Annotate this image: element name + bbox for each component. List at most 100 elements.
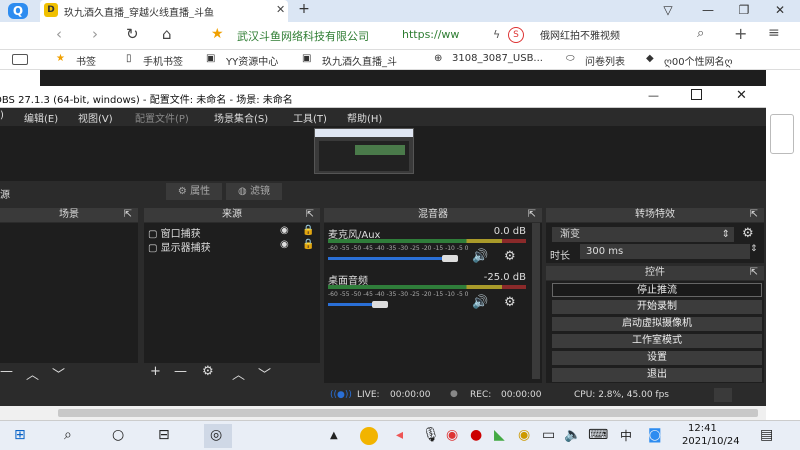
source-item[interactable]: ▢ 窗口捕获 ◉ 🔒 — [148, 225, 318, 240]
bookmark-item[interactable]: 3108_3087_USB... — [452, 53, 548, 64]
browser-tray-icon[interactable]: ◉ — [446, 427, 458, 443]
volume-slider-knob[interactable] — [372, 301, 388, 308]
browser-q-icon[interactable]: ◙ — [648, 427, 662, 443]
channel-settings-gear-icon[interactable]: ⚙ — [504, 249, 516, 264]
obs-minimize-icon[interactable]: — — [648, 89, 659, 102]
tab-close-icon[interactable]: ✕ — [276, 3, 285, 16]
reload-icon[interactable]: ↻ — [126, 25, 139, 43]
bookmark-item[interactable]: 书签 — [76, 53, 96, 68]
move-up-icon[interactable]: ︿ — [232, 364, 245, 383]
clock-time[interactable]: 12:41 — [688, 423, 717, 434]
network-icon[interactable]: ▭ — [542, 427, 555, 443]
dock-float-icon[interactable]: ⇱ — [750, 208, 758, 222]
dock-float-icon[interactable]: ⇱ — [750, 266, 758, 280]
bookmark-item[interactable]: 问卷列表 — [585, 53, 625, 68]
nvidia-icon[interactable]: ◣ — [494, 427, 505, 443]
search-engine-icon[interactable]: S — [508, 27, 524, 43]
lock-icon[interactable]: 🔒 — [302, 239, 314, 250]
app-tray-icon[interactable] — [360, 427, 378, 445]
volume-slider-knob[interactable] — [442, 255, 458, 262]
speaker-icon[interactable]: 🔊 — [472, 249, 488, 264]
scenes-list[interactable] — [0, 223, 138, 363]
bookmark-item[interactable]: YY资源中心 — [226, 53, 278, 68]
menu-help[interactable]: 帮助(H) — [347, 110, 382, 125]
remove-scene-icon[interactable]: — — [0, 364, 13, 379]
stop-streaming-button[interactable]: 停止推流 — [552, 283, 762, 297]
filters-button[interactable]: ◍ 滤镜 — [226, 183, 282, 200]
favorite-star-icon[interactable]: ★ — [211, 26, 224, 42]
preview-area[interactable] — [0, 126, 766, 181]
visibility-eye-icon[interactable]: ◉ — [280, 225, 289, 236]
browser-logo-icon[interactable]: Q — [8, 3, 28, 19]
source-item[interactable]: ▢ 显示器捕获 ◉ 🔒 — [148, 239, 318, 254]
obs-maximize-icon[interactable] — [691, 89, 702, 100]
dock-float-icon[interactable]: ⇱ — [306, 208, 314, 222]
game-tray-icon[interactable]: ◉ — [518, 427, 530, 443]
forward-icon[interactable]: › — [92, 25, 98, 43]
tray-expand-icon[interactable]: ▲ — [330, 430, 338, 441]
add-source-icon[interactable]: + — [150, 364, 161, 379]
menu-file[interactable]: ) — [0, 110, 4, 121]
bookmark-item[interactable]: 手机书签 — [143, 53, 183, 68]
dock-float-icon[interactable]: ⇱ — [528, 208, 536, 222]
record-tray-icon[interactable]: ● — [470, 427, 482, 443]
keyboard-icon[interactable]: ⌨ — [588, 427, 608, 443]
speaker-icon[interactable]: 🔊 — [472, 295, 488, 310]
move-down-icon[interactable]: ﹀ — [52, 364, 65, 383]
home-icon[interactable]: ⌂ — [162, 25, 172, 43]
menu-profile[interactable]: 配置文件(P) — [135, 110, 189, 125]
settings-button[interactable]: 设置 — [552, 351, 762, 365]
lock-icon[interactable]: 🔒 — [302, 225, 314, 236]
start-recording-button[interactable]: 开始录制 — [552, 300, 762, 314]
menu-scene-collection[interactable]: 场景集合(S) — [214, 110, 268, 125]
mixer-scrollbar[interactable] — [532, 223, 540, 379]
dock-float-icon[interactable]: ⇱ — [124, 208, 132, 222]
clock-date[interactable]: 2021/10/24 — [682, 436, 740, 447]
scrollbar-thumb[interactable] — [58, 409, 758, 417]
volume-slider[interactable] — [328, 257, 450, 260]
browser-active-tab[interactable]: D 玖九酒久直播_穿越火线直播_斗鱼 ✕ — [40, 0, 288, 22]
menu-tools[interactable]: 工具(T) — [293, 110, 327, 125]
tray-icon[interactable]: ◂ — [396, 427, 403, 443]
move-up-icon[interactable]: ︿ — [26, 364, 39, 383]
start-windows-icon[interactable]: ⊞ — [14, 427, 26, 443]
new-tab-button[interactable]: + — [296, 1, 312, 17]
search-suggestion[interactable]: 俄网红拍不雅视频 — [540, 27, 620, 42]
virtual-camera-button[interactable]: 启动虚拟摄像机 — [552, 317, 762, 331]
menu-edit[interactable]: 编辑(E) — [24, 110, 58, 125]
move-down-icon[interactable]: ﹀ — [258, 364, 271, 383]
lightning-icon[interactable]: ϟ — [493, 28, 500, 41]
volume-icon[interactable]: 🔈 — [564, 427, 581, 443]
transition-settings-gear-icon[interactable]: ⚙ — [742, 226, 754, 241]
bookmark-item[interactable]: ღ00个性网名ღ — [664, 53, 766, 68]
source-settings-icon[interactable]: ⚙ — [202, 364, 214, 379]
notification-icon[interactable]: ▤ — [760, 427, 773, 443]
obs-close-icon[interactable]: ✕ — [736, 88, 747, 103]
back-icon[interactable]: ‹ — [56, 25, 62, 43]
studio-mode-button[interactable]: 工作室模式 — [552, 334, 762, 348]
exit-button[interactable]: 退出 — [552, 368, 762, 382]
minimize-icon[interactable]: — — [700, 3, 716, 17]
task-list-icon[interactable]: ⊟ — [158, 427, 170, 443]
visibility-eye-icon[interactable]: ◉ — [280, 239, 289, 250]
close-window-icon[interactable]: ✕ — [772, 3, 788, 17]
bookmark-item[interactable]: 玖九酒久直播_斗 — [322, 53, 417, 68]
channel-settings-gear-icon[interactable]: ⚙ — [504, 295, 516, 310]
restore-icon[interactable]: ❐ — [736, 3, 752, 17]
task-view-icon[interactable]: ○ — [112, 427, 124, 443]
transition-select[interactable]: 渐变 ⇕ — [552, 227, 734, 242]
duration-stepper[interactable]: ⇕ — [750, 244, 758, 254]
reader-icon[interactable] — [12, 54, 28, 65]
sources-list[interactable]: ▢ 窗口捕获 ◉ 🔒 ▢ 显示器捕获 ◉ 🔒 — [144, 223, 320, 363]
add-icon[interactable]: + — [734, 24, 747, 43]
address-field[interactable]: ★ 武汉斗鱼网络科技有限公司 https://ww — [205, 26, 511, 46]
menu-view[interactable]: 视图(V) — [78, 110, 113, 125]
search-icon[interactable]: ⌕ — [697, 26, 704, 41]
menu-icon[interactable]: ≡ — [768, 25, 780, 41]
remove-source-icon[interactable]: — — [174, 364, 187, 379]
ime-indicator[interactable]: 中 — [620, 427, 632, 444]
page-horizontal-scrollbar[interactable] — [0, 406, 766, 420]
tab-menu-icon[interactable]: ▽ — [660, 3, 676, 17]
properties-button[interactable]: ⚙ 属性 — [166, 183, 222, 200]
search-icon[interactable]: ⌕ — [64, 427, 72, 443]
